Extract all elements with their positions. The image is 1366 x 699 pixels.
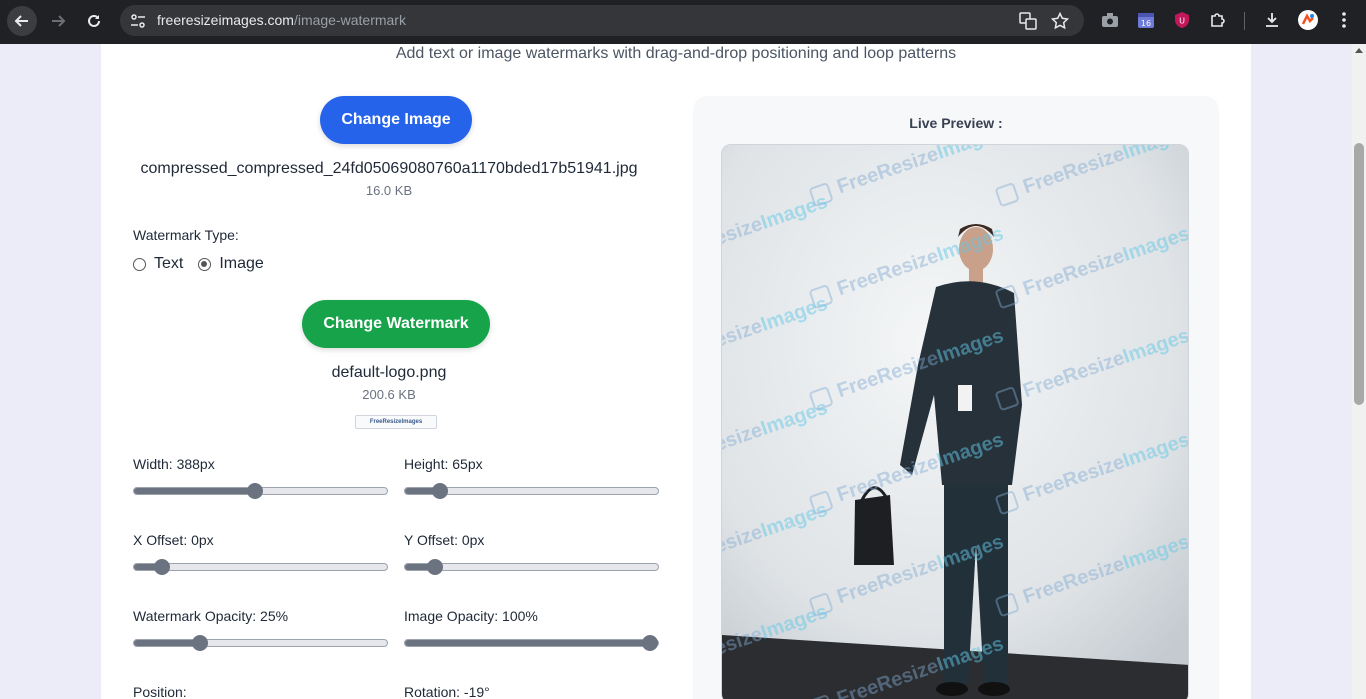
x-offset-slider[interactable] xyxy=(133,559,388,575)
site-info-icon[interactable] xyxy=(128,11,148,31)
forward-button[interactable] xyxy=(43,6,73,36)
extensions-puzzle-icon[interactable] xyxy=(1207,9,1229,31)
image-filename: compressed_compressed_24fd05069080760a11… xyxy=(140,160,638,177)
y-offset-slider[interactable] xyxy=(404,559,659,575)
watermark-logo-preview: FreeResizeImages xyxy=(355,415,437,429)
logo-text: FreeResizeImages xyxy=(369,419,423,425)
height-label: Height: 65px xyxy=(404,456,483,472)
y-offset-label: Y Offset: 0px xyxy=(404,532,485,548)
radio-image[interactable] xyxy=(198,257,212,271)
watermark-opacity-slider-thumb[interactable] xyxy=(191,635,208,651)
profile-avatar-icon[interactable] xyxy=(1297,9,1319,31)
forward-arrow-icon xyxy=(52,15,66,27)
url-text: freeresizeimages.com/image-watermark xyxy=(157,12,406,28)
watermark-type-radio-group: Text Image xyxy=(133,255,264,273)
page-scrollbar[interactable] xyxy=(1352,44,1366,699)
back-button[interactable] xyxy=(7,6,37,36)
height-slider-thumb[interactable] xyxy=(432,483,449,499)
image-opacity-label: Image Opacity: 100% xyxy=(404,608,538,624)
watermark-opacity-slider-fill xyxy=(134,640,200,646)
change-image-button[interactable]: Change Image xyxy=(320,96,472,144)
width-slider[interactable] xyxy=(133,483,388,499)
url-domain: freeresizeimages.com xyxy=(157,12,294,28)
svg-text:16: 16 xyxy=(1141,19,1151,28)
live-preview-title: Live Preview : xyxy=(909,115,1003,131)
radio-text[interactable] xyxy=(133,257,146,271)
bookmark-star-icon[interactable] xyxy=(1049,10,1071,32)
page-viewport: Add text or image watermarks with drag-a… xyxy=(0,44,1352,699)
image-opacity-slider[interactable] xyxy=(404,635,659,651)
browser-menu-icon[interactable] xyxy=(1333,9,1355,31)
browser-toolbar: freeresizeimages.com/image-watermark 16 … xyxy=(0,0,1366,44)
watermark-type-label: Watermark Type: xyxy=(133,227,239,243)
scrollbar-thumb[interactable] xyxy=(1354,143,1364,405)
position-label: Position: xyxy=(133,684,187,699)
width-label: Width: 388px xyxy=(133,456,215,472)
image-filesize: 16.0 KB xyxy=(365,183,413,198)
download-icon[interactable] xyxy=(1261,9,1283,31)
url-path: /image-watermark xyxy=(293,12,406,28)
watermark-tool-card: Add text or image watermarks with drag-a… xyxy=(101,44,1251,699)
live-preview-panel: Live Preview : FreeResize FreeResize Fre… xyxy=(693,96,1219,699)
width-slider-fill xyxy=(134,488,256,494)
svg-text:U: U xyxy=(1179,17,1185,26)
address-bar[interactable]: freeresizeimages.com/image-watermark xyxy=(120,5,1084,36)
reload-icon xyxy=(88,14,100,27)
watermark-opacity-slider[interactable] xyxy=(133,635,388,651)
watermark-filename: default-logo.png xyxy=(331,364,447,381)
rotation-label: Rotation: -19° xyxy=(404,684,490,699)
translate-icon[interactable] xyxy=(1017,10,1039,32)
ublock-shield-icon[interactable]: U xyxy=(1171,9,1193,31)
back-arrow-icon xyxy=(14,15,28,27)
watermark-filesize: 200.6 KB xyxy=(362,387,416,402)
image-opacity-slider-thumb[interactable] xyxy=(642,635,659,651)
radio-text-label[interactable]: Text xyxy=(154,255,183,273)
calendar-extension-icon[interactable]: 16 xyxy=(1135,9,1157,31)
camera-extension-icon[interactable] xyxy=(1099,9,1121,31)
height-slider[interactable] xyxy=(404,483,659,499)
x-offset-slider-thumb[interactable] xyxy=(153,559,170,575)
toolbar-divider xyxy=(1244,12,1245,30)
y-offset-slider-thumb[interactable] xyxy=(427,559,444,575)
page-subtitle: Add text or image watermarks with drag-a… xyxy=(395,45,957,62)
watermark-opacity-label: Watermark Opacity: 25% xyxy=(133,608,289,624)
scroll-up-arrow-icon[interactable] xyxy=(1355,48,1363,53)
radio-image-label[interactable]: Image xyxy=(219,255,263,273)
width-slider-thumb[interactable] xyxy=(247,483,264,499)
preview-canvas[interactable]: FreeResizeImages FreeResizeImages FreeRe… xyxy=(721,144,1189,699)
x-offset-label: X Offset: 0px xyxy=(133,532,214,548)
image-opacity-slider-fill xyxy=(405,640,651,646)
change-watermark-button[interactable]: Change Watermark xyxy=(302,300,490,348)
reload-button[interactable] xyxy=(79,6,109,36)
